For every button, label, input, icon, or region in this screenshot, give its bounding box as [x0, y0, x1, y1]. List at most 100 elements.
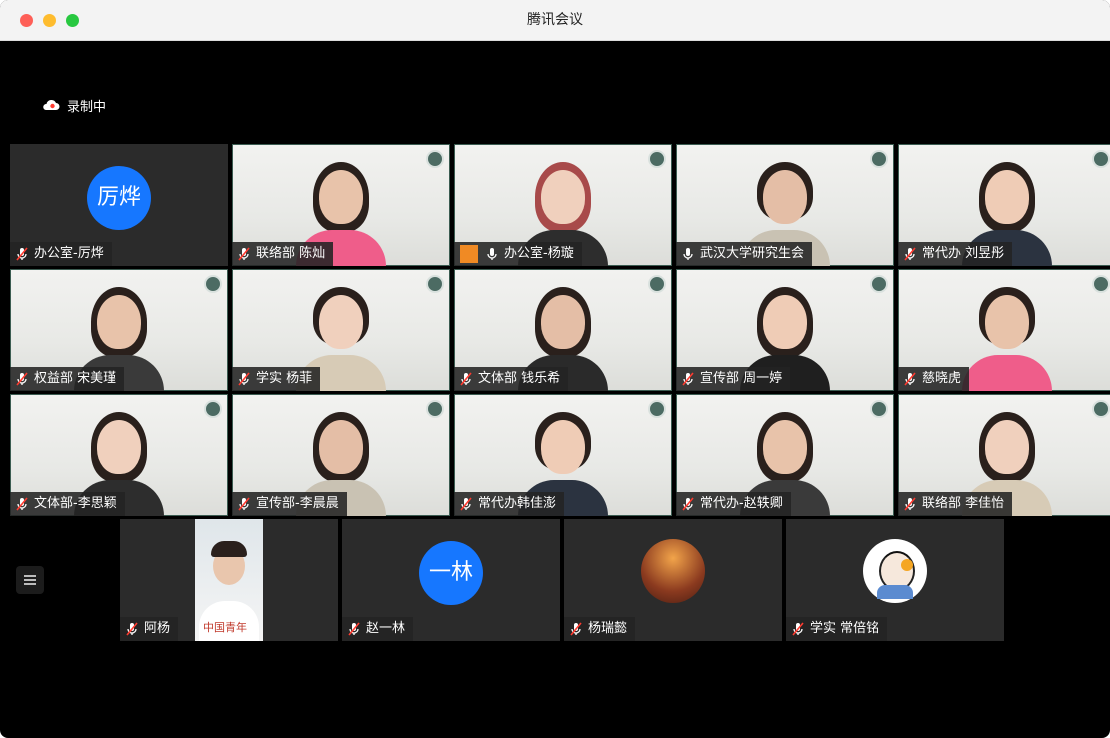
- window-title: 腾讯会议: [527, 12, 583, 28]
- microphone-muted-icon: [16, 247, 28, 261]
- participant-nameplate: 文体部 钱乐希: [454, 367, 569, 391]
- participant-nameplate: 办公室-厉烨: [10, 242, 112, 266]
- participant-nameplate: 文体部-李思颖: [10, 492, 125, 516]
- participant-tile[interactable]: 宣传部 周一婷: [676, 269, 894, 391]
- microphone-muted-icon: [570, 622, 582, 636]
- participant-name: 常代办-赵轶卿: [700, 496, 783, 511]
- participant-nameplate: 学实 杨菲: [232, 367, 321, 391]
- participant-tile[interactable]: 联络部 李佳怡: [898, 394, 1110, 516]
- participant-name: 阿杨: [144, 621, 171, 636]
- organization-logo-icon: [870, 275, 888, 293]
- participant-tile[interactable]: 办公室-杨璇: [454, 144, 672, 266]
- organization-logo-icon: [1092, 150, 1110, 168]
- participant-name: 联络部 陈灿: [256, 246, 326, 261]
- participant-tile[interactable]: 一林赵一林: [342, 519, 560, 641]
- participant-name: 武汉大学研究生会: [700, 246, 805, 261]
- participant-nameplate: 联络部 陈灿: [232, 242, 334, 266]
- recording-indicator[interactable]: 录制中: [42, 94, 106, 116]
- participant-tile[interactable]: 厉烨办公室-厉烨: [10, 144, 228, 266]
- participant-tile[interactable]: 文体部-李思颖: [10, 394, 228, 516]
- avatar: 厉烨: [87, 166, 151, 230]
- organization-logo-icon: [870, 150, 888, 168]
- participant-nameplate: 宣传部 周一婷: [676, 367, 791, 391]
- organization-logo-icon: [870, 400, 888, 418]
- avatar: 一林: [419, 541, 483, 605]
- organization-logo-icon: [648, 400, 666, 418]
- microphone-icon: [682, 247, 694, 261]
- microphone-muted-icon: [460, 372, 472, 386]
- participant-list-toggle[interactable]: [16, 566, 44, 594]
- participant-name: 权益部 宋美瑾: [34, 371, 117, 386]
- microphone-muted-icon: [238, 247, 250, 261]
- participant-name: 文体部-李思颖: [34, 496, 117, 511]
- participant-tile[interactable]: 武汉大学研究生会: [676, 144, 894, 266]
- participant-name: 办公室-厉烨: [34, 246, 104, 261]
- participant-name: 常代办 刘昱彤: [922, 246, 1005, 261]
- organization-logo-icon: [648, 150, 666, 168]
- avatar: [863, 539, 927, 603]
- participant-name: 常代办韩佳澎: [478, 496, 557, 511]
- participant-nameplate: 常代办-赵轶卿: [676, 492, 791, 516]
- participant-nameplate: 学实 常倍铭: [786, 617, 888, 641]
- participant-nameplate: 联络部 李佳怡: [898, 492, 1013, 516]
- microphone-muted-icon: [792, 622, 804, 636]
- avatar: [641, 539, 705, 603]
- participant-nameplate: 慈晓虎: [898, 367, 970, 391]
- microphone-muted-icon: [238, 497, 250, 511]
- participant-tile[interactable]: 常代办 刘昱彤: [898, 144, 1110, 266]
- participant-name: 学实 常倍铭: [810, 621, 880, 636]
- participant-name: 赵一林: [366, 621, 406, 636]
- microphone-muted-icon: [126, 622, 138, 636]
- title-bar: 腾讯会议: [0, 0, 1110, 41]
- participant-tile[interactable]: 常代办韩佳澎: [454, 394, 672, 516]
- participant-tile[interactable]: 学实 常倍铭: [786, 519, 1004, 641]
- participant-name: 办公室-杨璇: [504, 246, 574, 261]
- organization-logo-icon: [204, 275, 222, 293]
- participant-tile[interactable]: 常代办-赵轶卿: [676, 394, 894, 516]
- recording-label: 录制中: [67, 99, 107, 115]
- organization-logo-icon: [1092, 275, 1110, 293]
- participant-name: 联络部 李佳怡: [922, 496, 1005, 511]
- participant-tile[interactable]: 权益部 宋美瑾: [10, 269, 228, 391]
- participant-tile[interactable]: 联络部 陈灿: [232, 144, 450, 266]
- participant-tile[interactable]: 文体部 钱乐希: [454, 269, 672, 391]
- avatar: 中国青年: [195, 519, 263, 641]
- organization-logo-icon: [648, 275, 666, 293]
- microphone-muted-icon: [348, 622, 360, 636]
- participant-name: 慈晓虎: [922, 371, 962, 386]
- participant-nameplate: 阿杨: [120, 617, 179, 641]
- participant-nameplate: 办公室-杨璇: [454, 242, 582, 266]
- microphone-muted-icon: [16, 372, 28, 386]
- participant-name: 宣传部-李晨晨: [256, 496, 339, 511]
- organization-logo-icon: [426, 150, 444, 168]
- microphone-muted-icon: [904, 247, 916, 261]
- participant-nameplate: 武汉大学研究生会: [676, 242, 813, 266]
- participant-nameplate: 常代办韩佳澎: [454, 492, 565, 516]
- participant-name: 宣传部 周一婷: [700, 371, 783, 386]
- participant-nameplate: 权益部 宋美瑾: [10, 367, 125, 391]
- participant-name: 杨瑞懿: [588, 621, 628, 636]
- microphone-muted-icon: [460, 497, 472, 511]
- microphone-muted-icon: [904, 497, 916, 511]
- user-avatar-icon: [460, 245, 478, 263]
- microphone-muted-icon: [904, 372, 916, 386]
- participant-nameplate: 赵一林: [342, 617, 414, 641]
- participant-name: 文体部 钱乐希: [478, 371, 561, 386]
- cloud-icon: [43, 99, 60, 110]
- microphone-icon: [486, 247, 498, 261]
- participant-tile[interactable]: 宣传部-李晨晨: [232, 394, 450, 516]
- microphone-muted-icon: [682, 497, 694, 511]
- participant-nameplate: 宣传部-李晨晨: [232, 492, 347, 516]
- participant-tile[interactable]: 中国青年阿杨: [120, 519, 338, 641]
- participant-name: 学实 杨菲: [256, 371, 313, 386]
- microphone-muted-icon: [682, 372, 694, 386]
- participant-tile[interactable]: 杨瑞懿: [564, 519, 782, 641]
- participant-tile[interactable]: 学实 杨菲: [232, 269, 450, 391]
- organization-logo-icon: [426, 400, 444, 418]
- microphone-muted-icon: [238, 372, 250, 386]
- microphone-muted-icon: [16, 497, 28, 511]
- participant-nameplate: 杨瑞懿: [564, 617, 636, 641]
- participant-tile[interactable]: 慈晓虎: [898, 269, 1110, 391]
- organization-logo-icon: [1092, 400, 1110, 418]
- participant-nameplate: 常代办 刘昱彤: [898, 242, 1013, 266]
